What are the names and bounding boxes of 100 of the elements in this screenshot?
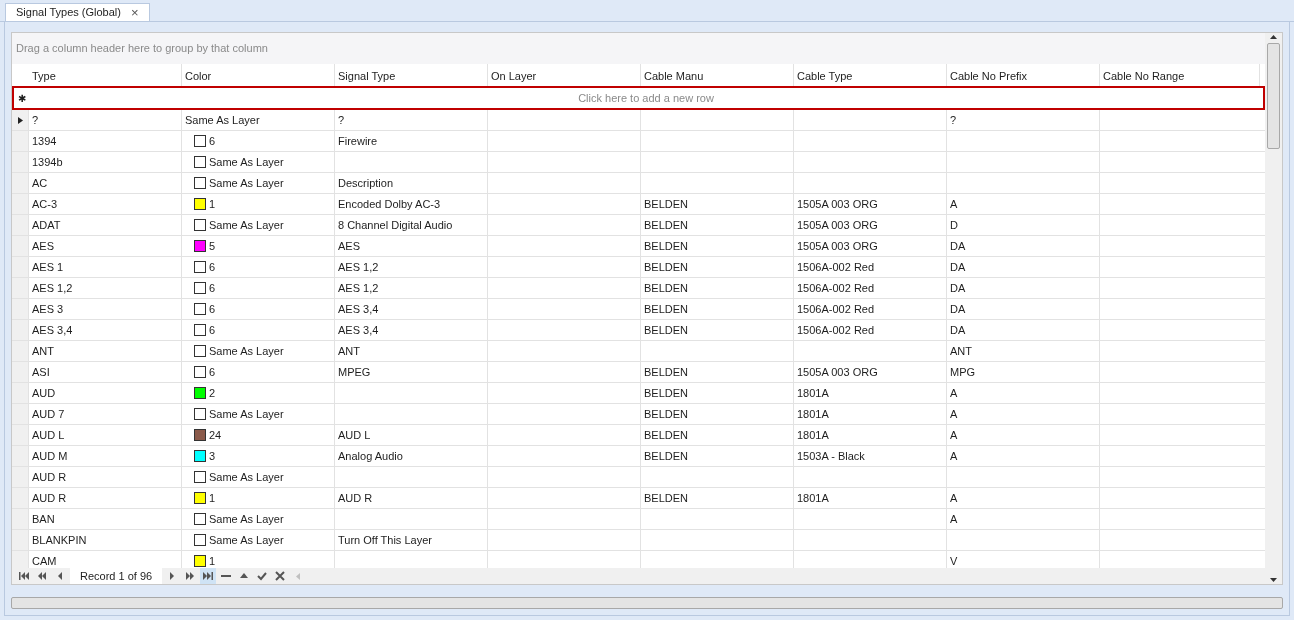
color-label: Same As Layer (185, 112, 260, 128)
table-cell: AES (335, 236, 488, 256)
table-cell: A (947, 383, 1100, 403)
color-label: 6 (209, 280, 216, 296)
table-cell: 1801A (794, 425, 947, 445)
table-cell: A (947, 488, 1100, 508)
table-cell: 1505A 003 ORG (794, 362, 947, 382)
table-cell: AES 1 (29, 257, 182, 277)
table-cell: AC (29, 173, 182, 193)
table-cell: 1503A - Black (794, 446, 947, 466)
column-header[interactable]: Cable No Prefix (947, 64, 1100, 86)
table-cell: A (947, 194, 1100, 214)
color-label: 6 (209, 133, 216, 149)
column-header[interactable]: Color (182, 64, 335, 86)
color-label: Same As Layer (209, 511, 284, 527)
table-cell: 8 Channel Digital Audio (335, 215, 488, 235)
table-cell: AES 3,4 (335, 320, 488, 340)
table-cell: BELDEN (641, 425, 794, 445)
table-cell: 1801A (794, 488, 947, 508)
document-tab[interactable]: Signal Types (Global) × (5, 3, 150, 21)
table-cell: ANT (29, 341, 182, 361)
table-cell: 1801A (794, 383, 947, 403)
color-label: Same As Layer (209, 154, 284, 170)
color-label: 1 (209, 490, 216, 506)
color-label: Same As Layer (209, 175, 284, 191)
color-label: 6 (209, 301, 216, 317)
table-cell: A (947, 509, 1100, 529)
table-cell: BELDEN (641, 299, 794, 319)
table-cell: DA (947, 236, 1100, 256)
table-cell: BELDEN (641, 257, 794, 277)
table-cell: ANT (335, 341, 488, 361)
table-cell: AC-3 (29, 194, 182, 214)
new-row-hint: Click here to add a new row (577, 90, 715, 106)
table-cell: AES 1,2 (335, 278, 488, 298)
table-cell: AES 1,2 (29, 278, 182, 298)
table-cell: DA (947, 299, 1100, 319)
table-cell: 1506A-002 Red (794, 320, 947, 340)
color-label: 24 (209, 427, 222, 443)
table-cell: BELDEN (641, 404, 794, 424)
previous-page-icon (36, 570, 48, 582)
table-cell: BELDEN (641, 320, 794, 340)
table-cell: BELDEN (641, 236, 794, 256)
close-icon (274, 570, 287, 582)
color-label: 1 (209, 196, 216, 212)
table-cell: BLANKPIN (29, 530, 182, 550)
color-label: 2 (209, 385, 216, 401)
table-cell: BELDEN (641, 215, 794, 235)
table-cell: 1394 (29, 131, 182, 151)
table-cell: AUD M (29, 446, 182, 466)
table-cell: 1505A 003 ORG (794, 215, 947, 235)
table-cell: AUD L (335, 425, 488, 445)
table-cell: MPG (947, 362, 1100, 382)
record-counter: Record 1 of 96 (70, 568, 163, 584)
color-label: 6 (209, 259, 216, 275)
column-header[interactable]: Cable Manu (641, 64, 794, 86)
table-cell: Analog Audio (335, 446, 488, 466)
table-cell: ? (335, 110, 488, 130)
column-header[interactable]: Type (29, 64, 182, 86)
row-indicator[interactable] (12, 110, 29, 130)
vertical-scrollbar[interactable] (1265, 33, 1282, 584)
table-cell: ANT (947, 341, 1100, 361)
scroll-left-icon[interactable] (296, 572, 301, 580)
first-record-icon (18, 570, 30, 582)
new-row-highlight[interactable]: ✱ Click here to add a new row (12, 86, 1265, 110)
scroll-thumb[interactable] (1267, 43, 1280, 149)
column-header[interactable]: On Layer (488, 64, 641, 86)
current-row-arrow-icon (17, 116, 23, 124)
color-label: Same As Layer (209, 217, 284, 233)
table-cell: AUD L (29, 425, 182, 445)
scroll-up-icon (1270, 35, 1277, 39)
table-cell: Firewire (335, 131, 488, 151)
table-cell: D (947, 215, 1100, 235)
table-cell: AES 3,4 (29, 320, 182, 340)
color-label: 1 (209, 553, 216, 568)
table-cell: A (947, 425, 1100, 445)
column-header[interactable]: Signal Type (335, 64, 488, 86)
table-cell: 1394b (29, 152, 182, 172)
table-cell: Encoded Dolby AC-3 (335, 194, 488, 214)
last-record-icon (202, 570, 215, 582)
table-cell: AES 3 (29, 299, 182, 319)
close-tab-button[interactable]: × (130, 6, 139, 19)
new-row-marker: ✱ (16, 91, 27, 106)
color-label: Same As Layer (209, 469, 284, 485)
table-cell: BELDEN (641, 488, 794, 508)
group-by-hint: Drag a column header here to group by that column (16, 41, 268, 57)
table-cell: A (947, 404, 1100, 424)
table-cell: BAN (29, 509, 182, 529)
navigator-button[interactable] (200, 568, 217, 584)
table-cell: BELDEN (641, 362, 794, 382)
color-label: Same As Layer (209, 343, 284, 359)
checkmark-icon (256, 570, 269, 582)
column-header[interactable]: Cable Type (794, 64, 947, 86)
table-cell: 1506A-002 Red (794, 299, 947, 319)
table-cell: MPEG (335, 362, 488, 382)
column-header[interactable]: Cable No Range (1100, 64, 1260, 86)
table-cell: 1506A-002 Red (794, 278, 947, 298)
table-cell: AES 3,4 (335, 299, 488, 319)
table-cell: A (947, 446, 1100, 466)
color-label: 6 (209, 364, 216, 380)
table-cell: ASI (29, 362, 182, 382)
